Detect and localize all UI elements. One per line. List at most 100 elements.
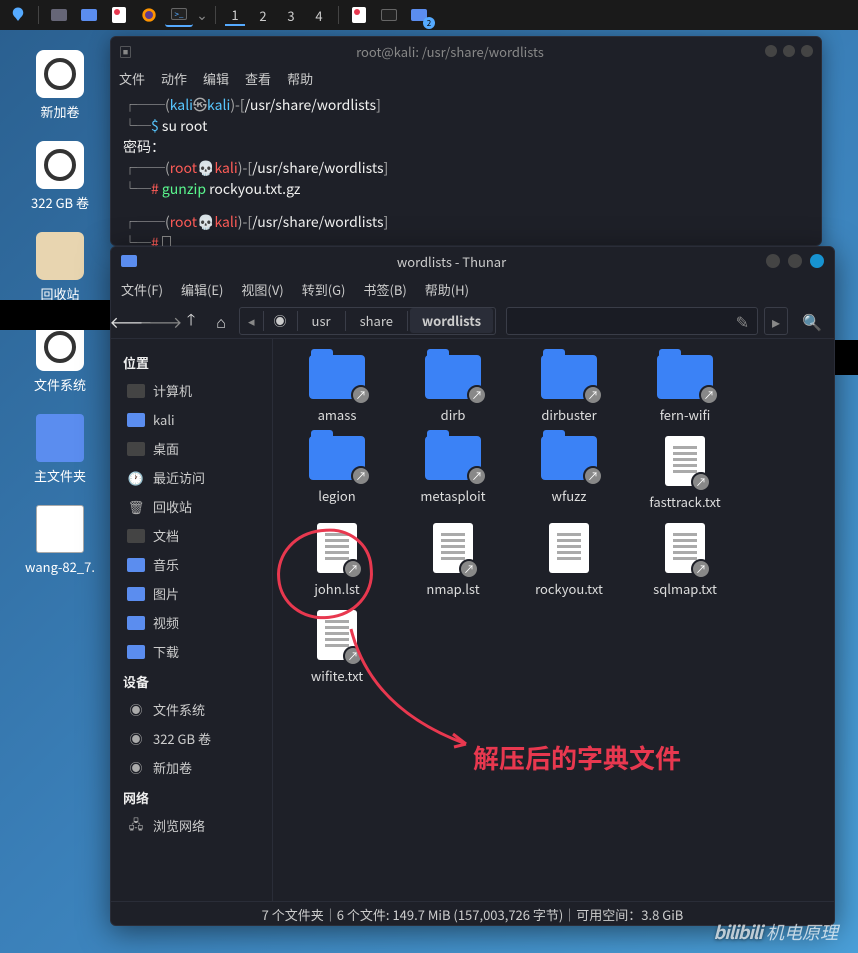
- symlink-badge-icon: ↗: [343, 559, 363, 579]
- path-root-icon[interactable]: ◉: [266, 308, 295, 333]
- terminal-menu-action[interactable]: 动作: [161, 69, 187, 88]
- terminal-menu-view[interactable]: 查看: [245, 69, 271, 88]
- file-item-dirb[interactable]: ↗ dirb: [409, 355, 497, 424]
- nav-home-button[interactable]: ⌂: [209, 309, 233, 333]
- file-label: legion: [293, 486, 381, 505]
- workspace-1[interactable]: 1: [225, 4, 245, 26]
- taskbar-running-terminal[interactable]: [375, 3, 403, 27]
- file-item-fern-wifi[interactable]: ↗fern-wifi: [641, 355, 729, 424]
- path-seg-usr[interactable]: usr: [300, 308, 343, 333]
- sidebar-item-home[interactable]: kali: [111, 405, 272, 434]
- taskbar-dropdown-icon[interactable]: ⌄: [195, 3, 209, 27]
- file-label: sqlmap.txt: [641, 579, 729, 598]
- file-label: dirb: [409, 405, 497, 424]
- file-item-wfuzz[interactable]: ↗wfuzz: [525, 436, 613, 511]
- symlink-badge-icon: ↗: [691, 559, 711, 579]
- sidebar-item-label: 文档: [153, 526, 179, 545]
- thunar-menu-edit[interactable]: 编辑(E): [181, 280, 223, 299]
- thunar-menu-goto[interactable]: 转到(G): [302, 280, 346, 299]
- sidebar-item-pics[interactable]: 图片: [111, 579, 272, 608]
- file-label: wfuzz: [525, 486, 613, 505]
- nav-forward-button[interactable]: 🡒: [149, 309, 173, 333]
- file-item-metasploit[interactable]: ↗metasploit: [409, 436, 497, 511]
- sidebar-item-trash[interactable]: 🗑回收站: [111, 492, 272, 521]
- pics-icon: [127, 587, 145, 601]
- download-icon: [127, 645, 145, 659]
- file-item-john-lst[interactable]: ↗john.lst: [293, 523, 381, 598]
- sidebar-item-desktop[interactable]: 桌面: [111, 434, 272, 463]
- terminal-menu-edit[interactable]: 编辑: [203, 69, 229, 88]
- file-item-sqlmap-txt[interactable]: ↗sqlmap.txt: [641, 523, 729, 598]
- file-item-fasttrack-txt[interactable]: ↗fasttrack.txt: [641, 436, 729, 511]
- taskbar-terminal-icon[interactable]: >_: [165, 3, 193, 27]
- fs-icon: ◉: [127, 703, 145, 717]
- path-input[interactable]: ✎: [506, 307, 758, 335]
- workspace-4[interactable]: 4: [309, 4, 329, 26]
- disk-icon: ◉: [127, 732, 145, 746]
- terminal-max-button[interactable]: [783, 45, 795, 57]
- desktop-icon-trash[interactable]: 回收站: [20, 232, 100, 303]
- start-menu-icon[interactable]: [4, 3, 32, 27]
- thunar-sidebar: 位置计算机kali桌面🕐最近访问🗑回收站文档音乐图片视频下载设备◉文件系统◉32…: [111, 339, 273, 901]
- thunar-menu-help[interactable]: 帮助(H): [425, 280, 469, 299]
- thunar-menu-file[interactable]: 文件(F): [121, 280, 163, 299]
- taskbar-files-icon[interactable]: [75, 3, 103, 27]
- terminal-titlebar[interactable]: ▣ root@kali: /usr/share/wordlists: [111, 37, 821, 65]
- sidebar-item-recent[interactable]: 🕐最近访问: [111, 463, 272, 492]
- thunar-close-button[interactable]: [810, 254, 824, 268]
- desktop-icon-home[interactable]: 主文件夹: [20, 414, 100, 485]
- sidebar-item-disk[interactable]: ◉322 GB 卷: [111, 724, 272, 753]
- sidebar-item-fs[interactable]: ◉文件系统: [111, 695, 272, 724]
- taskbar-running-1[interactable]: [345, 3, 373, 27]
- path-back-chevron[interactable]: ◂: [242, 308, 261, 333]
- terminal-close-button[interactable]: [801, 45, 813, 57]
- search-button[interactable]: 🔍: [798, 307, 826, 335]
- taskbar-app-1[interactable]: [45, 3, 73, 27]
- sidebar-item-video[interactable]: 视频: [111, 608, 272, 637]
- desktop-icon-volume-2[interactable]: 322 GB 卷: [20, 141, 100, 212]
- recent-icon: 🕐: [127, 471, 145, 485]
- taskbar-firefox-icon[interactable]: [135, 3, 163, 27]
- terminal-menu-file[interactable]: 文件: [119, 69, 145, 88]
- desktop-icon-file[interactable]: wang-82_7.: [20, 505, 100, 576]
- file-item-amass[interactable]: ↗amass: [293, 355, 381, 424]
- folder-icon: ↗: [425, 355, 481, 399]
- terminal-title: root@kali: /usr/share/wordlists: [135, 42, 765, 61]
- taskbar-app-3[interactable]: [105, 3, 133, 27]
- thunar-max-button[interactable]: [788, 254, 802, 268]
- terminal-min-button[interactable]: [765, 45, 777, 57]
- desktop-icon-volume-1[interactable]: 新加卷: [20, 50, 100, 121]
- sidebar-item-label: 桌面: [153, 439, 179, 458]
- path-seg-wordlists[interactable]: wordlists: [410, 308, 493, 333]
- file-item-nmap-lst[interactable]: ↗nmap.lst: [409, 523, 497, 598]
- edit-path-icon[interactable]: ✎: [736, 309, 749, 333]
- sidebar-item-download[interactable]: 下载: [111, 637, 272, 666]
- path-seg-share[interactable]: share: [348, 308, 405, 333]
- path-bar: ◂ ◉ usr share wordlists: [239, 307, 496, 335]
- path-next-chevron[interactable]: ▸: [764, 307, 788, 335]
- file-item-rockyou-txt[interactable]: rockyou.txt: [525, 523, 613, 598]
- thunar-content[interactable]: ↗amass↗dirb↗dirbuster↗fern-wifi↗legion↗m…: [273, 339, 834, 901]
- thunar-menu-bookmarks[interactable]: 书签(B): [363, 280, 406, 299]
- textfile-icon: ↗: [317, 523, 357, 573]
- workspace-2[interactable]: 2: [253, 4, 273, 26]
- thunar-titlebar[interactable]: wordlists - Thunar: [111, 247, 834, 275]
- terminal-body[interactable]: ┌──(kali㉿kali)-[/usr/share/wordlists] └─…: [111, 91, 821, 258]
- nav-up-button[interactable]: 🡑: [179, 309, 203, 333]
- sidebar-item-label: 浏览网络: [153, 816, 205, 835]
- terminal-menu-help[interactable]: 帮助: [287, 69, 313, 88]
- file-item-wifite-txt[interactable]: ↗wifite.txt: [293, 610, 381, 685]
- workspace-3[interactable]: 3: [281, 4, 301, 26]
- sidebar-item-disk[interactable]: ◉新加卷: [111, 753, 272, 782]
- sidebar-item-computer[interactable]: 计算机: [111, 376, 272, 405]
- taskbar-running-thunar[interactable]: 2: [405, 3, 433, 27]
- symlink-badge-icon: ↗: [351, 466, 371, 486]
- desktop-icon-filesystem[interactable]: 文件系统: [20, 323, 100, 394]
- file-item-legion[interactable]: ↗legion: [293, 436, 381, 511]
- thunar-menu-view[interactable]: 视图(V): [241, 280, 283, 299]
- sidebar-item-net[interactable]: 🖧浏览网络: [111, 811, 272, 840]
- thunar-min-button[interactable]: [766, 254, 780, 268]
- sidebar-item-music[interactable]: 音乐: [111, 550, 272, 579]
- file-item-dirbuster[interactable]: ↗dirbuster: [525, 355, 613, 424]
- sidebar-item-docs[interactable]: 文档: [111, 521, 272, 550]
